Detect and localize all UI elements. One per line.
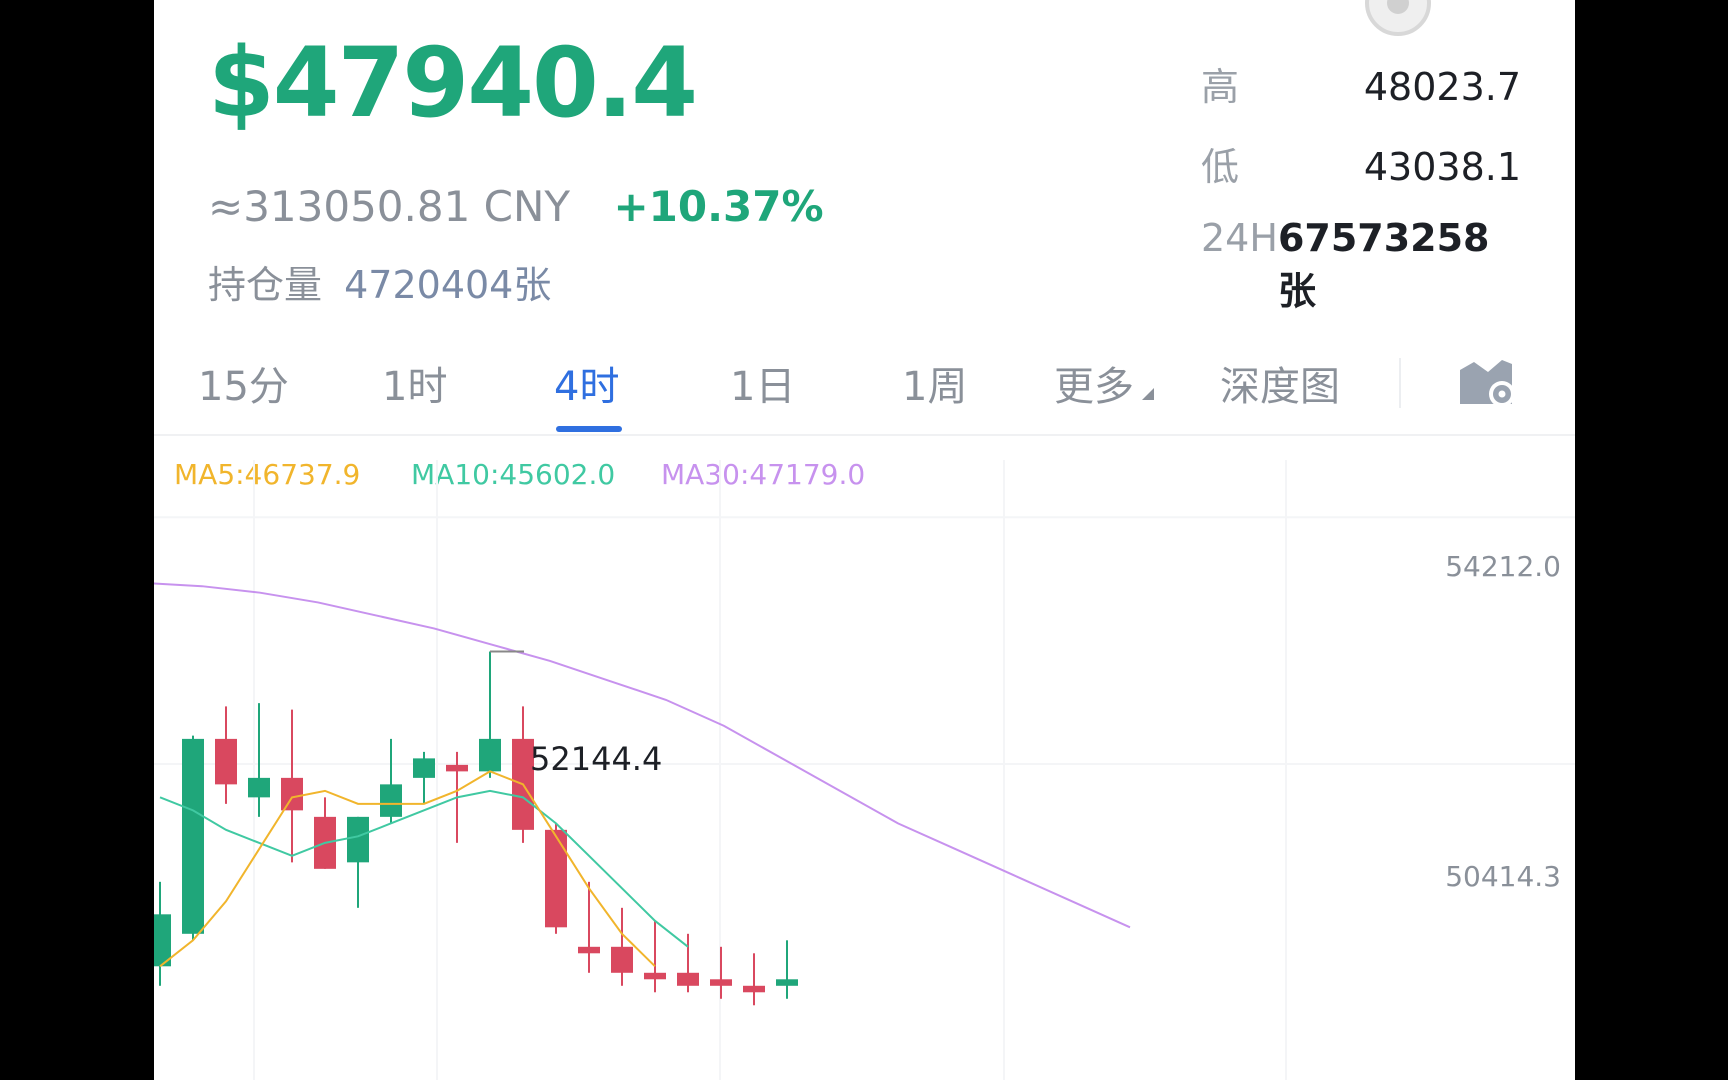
candle-body: [677, 972, 699, 986]
open-interest-row: 持仓量 4720404张: [208, 254, 551, 309]
candle-body: [776, 979, 798, 986]
tab-more-label: 更多: [1054, 364, 1134, 410]
stat-high-value: 48023.7: [1363, 65, 1521, 109]
stat-low: 低 43038.1: [1201, 136, 1521, 216]
candle-body: [413, 758, 435, 778]
tab-15m[interactable]: 15分: [198, 354, 289, 412]
candle-body: [182, 738, 204, 934]
tab-1d[interactable]: 1日: [730, 354, 795, 412]
triangle-down-icon: [1142, 388, 1154, 400]
candlestick-chart[interactable]: [154, 440, 1575, 1080]
stat-low-value: 43038.1: [1363, 145, 1521, 189]
candle-body: [743, 985, 765, 993]
candle-body: [710, 979, 732, 986]
candle-body: [479, 738, 501, 772]
tab-divider: [1399, 358, 1401, 408]
cny-row: ≈313050.81 CNY +10.37%: [208, 182, 824, 231]
tab-1w[interactable]: 1周: [902, 354, 967, 412]
candle-body: [248, 777, 270, 798]
app-screen: $47940.4 ≈313050.81 CNY +10.37% 持仓量 4720…: [154, 0, 1575, 1080]
open-interest-value: 4720404张: [344, 263, 552, 307]
ma10-line: [159, 789, 689, 948]
stat-high-label: 高: [1201, 65, 1240, 109]
candle-body: [446, 764, 468, 772]
candle-body: [644, 972, 666, 980]
stat-high: 高 48023.7: [1201, 56, 1521, 136]
stat-volume-value: 67573258张: [1277, 216, 1490, 313]
tab-depth[interactable]: 深度图: [1220, 354, 1340, 412]
candle-body: [545, 829, 567, 928]
candle-body: [347, 816, 369, 863]
y-axis-label-upper: 54212.0: [1445, 550, 1561, 583]
change-percent: +10.37%: [613, 182, 824, 231]
candle-body: [281, 777, 303, 811]
candle-body: [611, 946, 633, 973]
candle-body: [215, 738, 237, 785]
ma5-line: [159, 770, 656, 968]
high-marker-label: 52144.4: [530, 740, 663, 778]
tab-1h[interactable]: 1时: [382, 354, 447, 412]
stat-volume: 24H 67573258张: [1201, 216, 1521, 313]
stat-volume-label: 24H: [1201, 216, 1278, 260]
y-axis-label-lower: 50414.3: [1445, 860, 1561, 893]
stats-panel: 高 48023.7 低 43038.1 24H 67573258张: [1201, 56, 1521, 313]
active-tab-indicator: [556, 426, 622, 432]
candle-body: [380, 784, 402, 817]
open-interest-label: 持仓量: [208, 263, 323, 307]
interval-tabs: 15分 1时 4时 1日 1周 更多 深度图: [154, 340, 1575, 436]
chart-settings-icon[interactable]: [1456, 352, 1518, 410]
stat-low-label: 低: [1201, 145, 1240, 189]
avatar-icon[interactable]: [1365, 0, 1431, 36]
cny-equivalent: ≈313050.81 CNY: [208, 182, 571, 231]
candle-body: [578, 946, 600, 954]
tab-4h[interactable]: 4时: [554, 354, 619, 412]
tab-more[interactable]: 更多: [1054, 354, 1154, 412]
current-price: $47940.4: [208, 27, 698, 139]
